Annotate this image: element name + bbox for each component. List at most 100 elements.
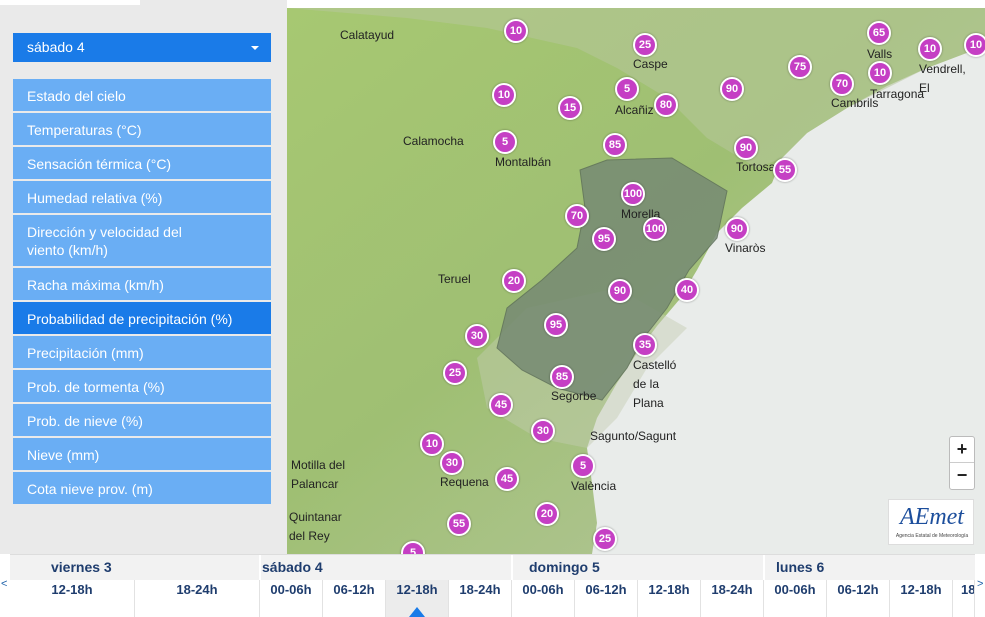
slot-viernes-12-18[interactable]: 12-18h — [10, 580, 135, 617]
place-teruel: Teruel — [438, 272, 471, 286]
day-label-sabado: sábado 4 — [262, 559, 323, 575]
map-marker[interactable]: 45 — [489, 393, 513, 417]
slot-lunes-06-12[interactable]: 06-12h — [827, 580, 890, 617]
map-marker[interactable]: 45 — [495, 467, 519, 491]
menu-item-viento[interactable]: Dirección y velocidad del viento (km/h) — [13, 215, 271, 266]
map-marker[interactable]: 10 — [504, 19, 528, 43]
place-valencia: València — [571, 479, 617, 493]
aemet-logo: AEmet Agencia Estatal de Meteorología — [888, 499, 974, 545]
place-motilla: Motilla del Palancar — [291, 458, 346, 491]
slot-sabado-12-18[interactable]: 12-18h — [386, 580, 449, 617]
menu-item-prob-tormenta[interactable]: Prob. de tormenta (%) — [13, 370, 271, 402]
map-marker[interactable]: 80 — [654, 93, 678, 117]
map[interactable]: Calatayud Caspe Valls Vendrell, El Tarra… — [287, 8, 985, 554]
menu-item-precipitacion[interactable]: Precipitación (mm) — [13, 336, 271, 368]
map-marker[interactable]: 70 — [830, 72, 854, 96]
slot-lunes-00-06[interactable]: 00-06h — [764, 580, 827, 617]
place-tortosa: Tortosa — [736, 160, 776, 174]
slot-sabado-18-24[interactable]: 18-24h — [449, 580, 512, 617]
menu-item-humedad[interactable]: Humedad relativa (%) — [13, 181, 271, 213]
menu-item-nieve[interactable]: Nieve (mm) — [13, 438, 271, 470]
timeline-next-button[interactable]: > — [977, 578, 983, 590]
map-marker[interactable]: 90 — [725, 217, 749, 241]
map-marker[interactable]: 95 — [544, 313, 568, 337]
map-marker[interactable]: 20 — [502, 269, 526, 293]
zoom-out-button[interactable]: − — [950, 463, 974, 489]
map-marker[interactable]: 75 — [788, 55, 812, 79]
day-separator — [763, 555, 765, 581]
map-marker[interactable]: 25 — [593, 527, 617, 551]
menu-item-cota-nieve[interactable]: Cota nieve prov. (m) — [13, 472, 271, 504]
slot-sabado-06-12[interactable]: 06-12h — [323, 580, 386, 617]
map-marker[interactable]: 25 — [443, 361, 467, 385]
map-marker[interactable]: 95 — [592, 227, 616, 251]
map-marker[interactable]: 85 — [550, 365, 574, 389]
slot-domingo-06-12[interactable]: 06-12h — [575, 580, 638, 617]
map-marker[interactable]: 25 — [633, 33, 657, 57]
map-marker[interactable]: 5 — [571, 454, 595, 478]
menu-item-temperaturas[interactable]: Temperaturas (°C) — [13, 113, 271, 145]
logo-subtitle: Agencia Estatal de Meteorología — [895, 533, 969, 539]
map-marker[interactable]: 90 — [720, 77, 744, 101]
slot-domingo-00-06[interactable]: 00-06h — [512, 580, 575, 617]
slot-lunes-12-18[interactable]: 12-18h — [890, 580, 953, 617]
zoom-control: + − — [949, 436, 975, 490]
menu-item-sensacion-termica[interactable]: Sensación térmica (°C) — [13, 147, 271, 179]
place-montalban: Montalbán — [495, 155, 552, 169]
place-segorbe: Segorbe — [551, 389, 597, 403]
day-label-lunes: lunes 6 — [776, 559, 825, 575]
map-marker[interactable]: 100 — [643, 217, 667, 241]
place-castello: Castelló de la Plana — [633, 358, 677, 410]
day-separator — [259, 555, 261, 581]
menu-item-estado-cielo[interactable]: Estado del cielo — [13, 79, 271, 111]
slot-lunes-18-24[interactable]: 18- — [953, 580, 975, 617]
menu-item-prob-precipitacion[interactable]: Probabilidad de precipitación (%) — [13, 302, 271, 334]
map-marker[interactable]: 10 — [868, 61, 892, 85]
map-marker[interactable]: 85 — [603, 133, 627, 157]
map-marker[interactable]: 55 — [773, 158, 797, 182]
menu-item-prob-nieve[interactable]: Prob. de nieve (%) — [13, 404, 271, 436]
top-strip — [0, 0, 140, 5]
map-marker[interactable]: 10 — [964, 33, 985, 57]
timeline-prev-button[interactable]: < — [1, 578, 7, 590]
map-marker[interactable]: 65 — [867, 21, 891, 45]
slot-domingo-12-18[interactable]: 12-18h — [638, 580, 701, 617]
map-marker[interactable]: 40 — [675, 278, 699, 302]
chevron-down-icon — [251, 46, 259, 50]
menu-item-racha[interactable]: Racha máxima (km/h) — [13, 268, 271, 300]
slot-sabado-00-06[interactable]: 00-06h — [260, 580, 323, 617]
place-calatayud: Calatayud — [340, 28, 395, 42]
place-vendrell: Vendrell, El — [919, 62, 966, 95]
place-calamocha: Calamocha — [403, 134, 464, 148]
map-marker[interactable]: 30 — [440, 451, 464, 475]
map-marker[interactable]: 70 — [565, 204, 589, 228]
map-marker[interactable]: 100 — [621, 182, 645, 206]
place-cambrils: Cambrils — [831, 96, 879, 110]
map-marker[interactable]: 35 — [633, 333, 657, 357]
sidebar: sábado 4 Estado del cielo Temperaturas (… — [0, 0, 287, 554]
map-marker[interactable]: 20 — [535, 502, 559, 526]
map-marker[interactable]: 10 — [492, 83, 516, 107]
map-marker[interactable]: 55 — [447, 512, 471, 536]
map-marker[interactable]: 30 — [465, 324, 489, 348]
map-marker[interactable]: 30 — [531, 419, 555, 443]
place-sagunto: Sagunto/Sagunt — [590, 429, 677, 443]
map-marker[interactable]: 10 — [918, 37, 942, 61]
map-marker[interactable]: 15 — [558, 96, 582, 120]
map-marker[interactable]: 90 — [734, 136, 758, 160]
aemet-forecast-app: sábado 4 Estado del cielo Temperaturas (… — [0, 0, 985, 617]
day-label-domingo: domingo 5 — [529, 559, 600, 575]
place-caspe: Caspe — [633, 57, 668, 71]
timeline-days: viernes 3 sábado 4 domingo 5 lunes 6 — [10, 554, 975, 581]
day-select-value: sábado 4 — [27, 39, 85, 55]
map-marker[interactable]: 5 — [615, 77, 639, 101]
day-select[interactable]: sábado 4 — [13, 33, 271, 62]
map-marker[interactable]: 5 — [493, 130, 517, 154]
map-marker[interactable]: 90 — [608, 279, 632, 303]
slot-domingo-18-24[interactable]: 18-24h — [701, 580, 764, 617]
map-marker[interactable]: 10 — [420, 432, 444, 456]
slot-viernes-18-24[interactable]: 18-24h — [135, 580, 260, 617]
timeline-slots: 12-18h 18-24h 00-06h 06-12h 12-18h 18-24… — [10, 580, 975, 617]
zoom-in-button[interactable]: + — [950, 437, 974, 463]
day-separator — [511, 555, 513, 581]
